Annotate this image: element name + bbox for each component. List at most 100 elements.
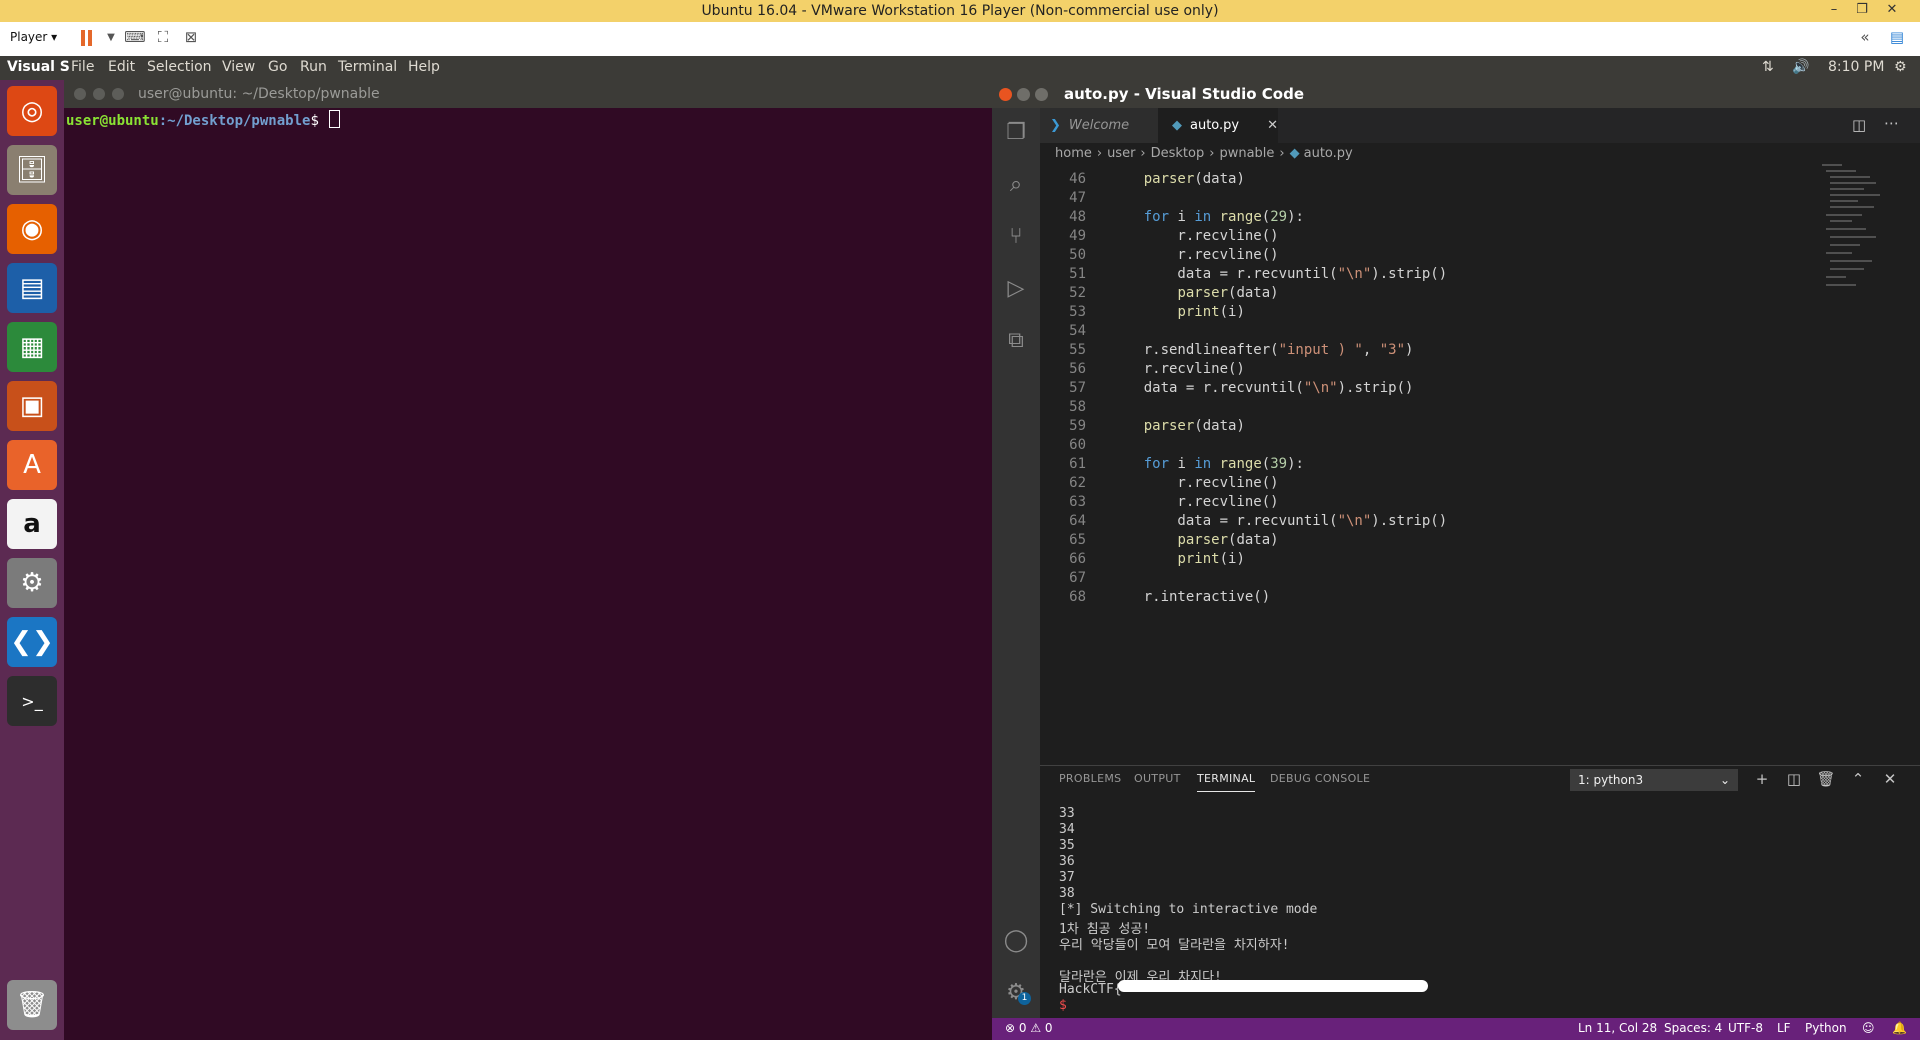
vscode-minimize-icon[interactable]: [1017, 88, 1030, 101]
terminal-output-line: [*] Switching to interactive mode: [1059, 902, 1318, 917]
cursor-position[interactable]: Ln 11, Col 28: [1578, 1021, 1657, 1035]
terminal-output-line: 38: [1059, 886, 1075, 901]
problems-status[interactable]: ⊗ 0 ⚠ 0: [1005, 1021, 1053, 1035]
breadcrumb-file[interactable]: auto.py: [1304, 146, 1353, 161]
panel-tab-debug-console[interactable]: DEBUG CONSOLE: [1270, 772, 1370, 785]
vscode-close-icon[interactable]: [999, 88, 1012, 101]
eol-status[interactable]: LF: [1777, 1021, 1791, 1035]
line-number: 46: [1069, 171, 1086, 187]
calc-icon[interactable]: ▦: [7, 322, 57, 372]
amazon-icon[interactable]: a: [7, 499, 57, 549]
clock[interactable]: 8:10 PM: [1828, 59, 1884, 75]
line-number: 68: [1069, 589, 1086, 605]
gear-icon[interactable]: ⚙: [1894, 59, 1907, 75]
menu-terminal[interactable]: Terminal: [338, 59, 397, 75]
terminal-output-line: 36: [1059, 854, 1075, 869]
player-menu-button[interactable]: Player ▾: [10, 30, 57, 44]
panel-tab-terminal[interactable]: TERMINAL: [1197, 772, 1256, 792]
menu-selection[interactable]: Selection: [147, 59, 212, 75]
more-actions-icon[interactable]: ⋯: [1884, 114, 1899, 132]
network-icon[interactable]: ⇅: [1762, 59, 1774, 75]
split-terminal-icon[interactable]: ◫: [1784, 770, 1804, 790]
panel-tab-output[interactable]: OUTPUT: [1134, 772, 1181, 785]
menu-go[interactable]: Go: [268, 59, 287, 75]
line-number: 63: [1069, 494, 1086, 510]
code-line: 67: [1040, 570, 1110, 589]
minimap[interactable]: [1820, 164, 1900, 304]
unity-icon[interactable]: ⊠: [180, 28, 202, 48]
explorer-icon[interactable]: ❐: [1000, 116, 1032, 148]
menu-edit[interactable]: Edit: [108, 59, 135, 75]
ubuntu-top-panel: [0, 56, 1920, 80]
terminal-prompt-line[interactable]: user@ubuntu:~/Desktop/pwnable$: [66, 110, 341, 129]
software-center-icon[interactable]: A: [7, 440, 57, 490]
code-line: 63 r.recvline(): [1040, 494, 1278, 513]
vmware-toolbar: [0, 22, 1920, 57]
menu-run[interactable]: Run: [300, 59, 327, 75]
terminal-output-line: $: [1059, 998, 1075, 1013]
menu-help[interactable]: Help: [408, 59, 440, 75]
breadcrumb-pwnable[interactable]: pwnable: [1219, 146, 1274, 161]
code-line: 60: [1040, 437, 1110, 456]
menu-view[interactable]: View: [222, 59, 255, 75]
tab-close-icon[interactable]: ✕: [1267, 118, 1278, 133]
feedback-icon[interactable]: ☺: [1862, 1021, 1875, 1035]
code-text: print(i): [1177, 304, 1245, 320]
impress-icon[interactable]: ▣: [7, 381, 57, 431]
dropdown-arrow-icon[interactable]: ▼: [100, 32, 122, 52]
account-icon[interactable]: ◯: [1000, 924, 1032, 956]
collapse-toolbar-icon[interactable]: «: [1854, 28, 1876, 48]
breadcrumb-desktop[interactable]: Desktop: [1151, 146, 1205, 161]
breadcrumb-home[interactable]: home: [1055, 146, 1092, 161]
tab-auto-py[interactable]: ◆ auto.py ✕: [1158, 108, 1278, 143]
terminal-select[interactable]: 1: python3 ⌄: [1570, 769, 1738, 791]
fullscreen-icon[interactable]: ⛶: [152, 28, 174, 48]
code-line: 51 data = r.recvuntil("\n").strip(): [1040, 266, 1447, 285]
prompt-symbol: $: [310, 113, 319, 129]
maximize-panel-icon[interactable]: ⌃: [1848, 770, 1868, 790]
encoding-status[interactable]: UTF-8: [1728, 1021, 1763, 1035]
terminal-window[interactable]: [64, 80, 992, 1040]
notifications-bell-icon[interactable]: 🔔: [1892, 1021, 1907, 1035]
restore-icon[interactable]: ❐: [1848, 0, 1876, 22]
vscode-icon[interactable]: ❮❯: [7, 617, 57, 667]
system-settings-icon[interactable]: ⚙: [7, 558, 57, 608]
send-keys-icon[interactable]: ⌨: [124, 28, 146, 48]
menu-file[interactable]: File: [71, 59, 94, 75]
message-log-icon[interactable]: ▤: [1886, 28, 1908, 48]
line-number: 60: [1069, 437, 1086, 453]
add-terminal-icon[interactable]: +: [1752, 770, 1772, 790]
source-control-icon[interactable]: ⑂: [1000, 220, 1032, 252]
split-editor-icon[interactable]: ◫: [1852, 116, 1866, 134]
code-line: 58: [1040, 399, 1110, 418]
minimize-icon[interactable]: –: [1820, 0, 1848, 22]
trash-terminal-icon[interactable]: 🗑: [1816, 770, 1836, 790]
files-icon[interactable]: 🗄: [7, 145, 57, 195]
tab-welcome[interactable]: ❯ Welcome: [1040, 108, 1158, 143]
run-debug-icon[interactable]: ▷: [1000, 272, 1032, 304]
minimize-window-icon[interactable]: [93, 88, 105, 100]
terminal-icon[interactable]: >_: [7, 676, 57, 726]
volume-icon[interactable]: 🔊: [1792, 59, 1809, 75]
firefox-icon[interactable]: ◉: [7, 204, 57, 254]
vscode-maximize-icon[interactable]: [1035, 88, 1048, 101]
line-number: 53: [1069, 304, 1086, 320]
language-status[interactable]: Python: [1805, 1021, 1847, 1035]
terminal-cursor: [329, 110, 341, 128]
breadcrumb-user[interactable]: user: [1107, 146, 1135, 161]
indentation-status[interactable]: Spaces: 4: [1664, 1021, 1722, 1035]
code-text: r.recvline(): [1110, 247, 1279, 263]
close-icon[interactable]: ✕: [1878, 0, 1906, 22]
terminal-output-line: 우리 악당들이 모여 달라란을 차지하자!: [1059, 938, 1290, 953]
writer-icon[interactable]: ▤: [7, 263, 57, 313]
pause-icon[interactable]: [80, 30, 94, 46]
maximize-window-icon[interactable]: [112, 88, 124, 100]
close-panel-icon[interactable]: ✕: [1880, 770, 1900, 790]
panel-tab-problems[interactable]: PROBLEMS: [1059, 772, 1121, 785]
trash-icon[interactable]: 🗑: [7, 980, 57, 1030]
ubuntu-dash-icon[interactable]: ◎: [7, 86, 57, 136]
close-window-icon[interactable]: [74, 88, 86, 100]
prompt-user: user@ubuntu: [66, 113, 159, 129]
search-icon[interactable]: ⌕: [1000, 168, 1032, 200]
extensions-icon[interactable]: ⧉: [1000, 324, 1032, 356]
